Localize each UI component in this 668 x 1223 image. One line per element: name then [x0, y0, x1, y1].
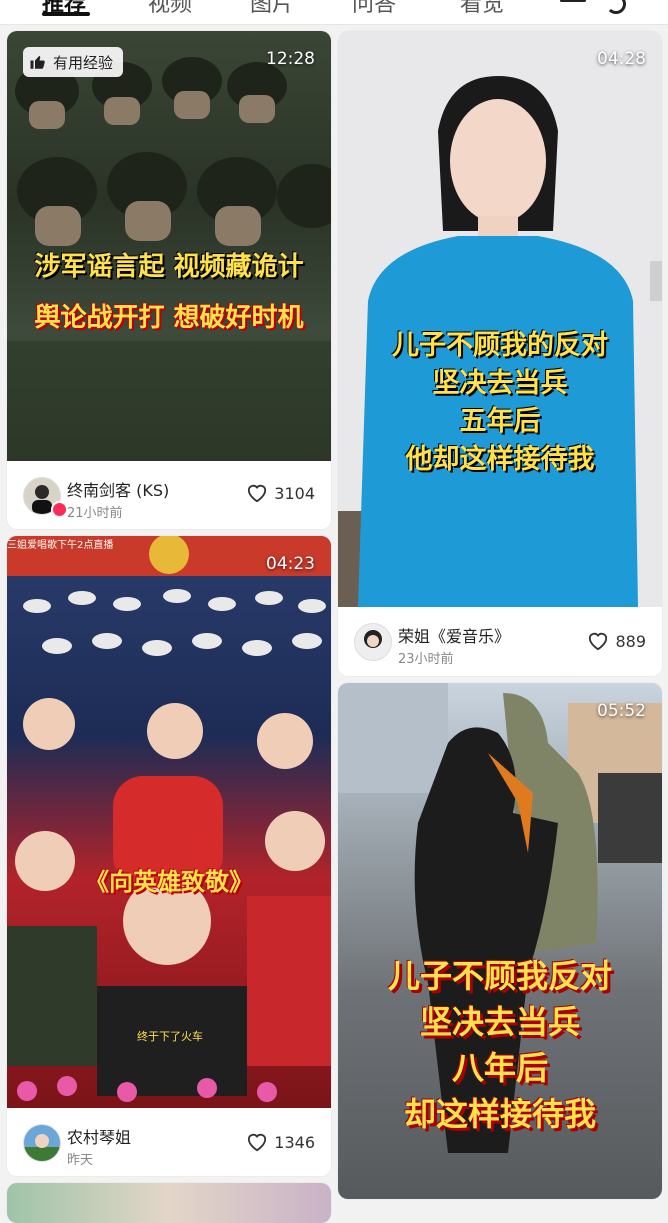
heart-icon — [248, 1133, 267, 1152]
thumbs-up-icon — [30, 56, 45, 69]
caption-line: 坚决去当兵 — [419, 1003, 580, 1041]
video-card[interactable]: 三姐爱唱歌下午2点直播 04:23 《向英雄致敬》 终于下了火车 农村琴姐 昨天… — [7, 536, 331, 1176]
caption-line: 坚决去当兵 — [432, 368, 568, 399]
useful-experience-badge: 有用经验 — [23, 47, 124, 77]
video-duration: 12:28 — [266, 49, 315, 69]
post-time: 23小时前 — [398, 652, 454, 667]
video-duration: 04:28 — [597, 49, 646, 69]
caption-line: 五年后 — [459, 406, 541, 437]
menu-icon[interactable] — [560, 0, 586, 6]
video-thumbnail[interactable]: 05:52 儿子不顾我反对 坚决去当兵 八年后 却这样接待我 — [338, 683, 662, 1199]
video-duration: 04:23 — [266, 554, 315, 574]
live-banner-text: 三姐爱唱歌下午2点直播 — [7, 540, 114, 551]
tab-browse[interactable]: 看览 — [460, 0, 504, 18]
video-thumbnail[interactable]: 04:28 儿子不顾我的反对 坚决去当兵 五年后 他却这样接待我 — [338, 31, 662, 607]
woman-blue-shirt-image — [338, 76, 662, 607]
search-icon[interactable] — [606, 0, 626, 14]
video-card-next[interactable] — [7, 1183, 331, 1223]
author-name[interactable]: 终南剑客 (KS) — [67, 477, 169, 501]
tab-video[interactable]: 视频 — [148, 0, 192, 18]
post-time: 昨天 — [67, 1153, 94, 1168]
overlay-text: 终于下了火车 — [137, 1030, 203, 1043]
card-meta: 荣姐《爱音乐》 23小时前 889 — [338, 607, 662, 676]
video-caption-line-1: 涉军谣言起 视频藏诡计 — [34, 252, 304, 282]
video-duration: 05:52 — [597, 701, 646, 721]
video-caption-line-2: 舆论战开打 想破好时机 — [34, 303, 304, 333]
tab-images[interactable]: 图片 — [250, 0, 294, 18]
video-thumbnail[interactable]: 三姐爱唱歌下午2点直播 04:23 《向英雄致敬》 终于下了火车 — [7, 536, 331, 1108]
video-card[interactable]: 04:28 儿子不顾我的反对 坚决去当兵 五年后 他却这样接待我 荣姐《爱音乐》… — [338, 31, 662, 676]
caption-line: 儿子不顾我反对 — [387, 957, 612, 995]
avatar[interactable] — [354, 623, 392, 661]
heart-icon — [248, 484, 267, 503]
avatar[interactable] — [23, 1124, 61, 1162]
video-thumbnail[interactable]: 有用经验 12:28 涉军谣言起 视频藏诡计 舆论战开打 想破好时机 — [7, 31, 331, 461]
video-caption: 儿子不顾我的反对 坚决去当兵 五年后 他却这样接待我 — [338, 327, 662, 479]
card-meta: 终南剑客 (KS) 21小时前 3104 — [7, 461, 331, 529]
like-number: 889 — [615, 631, 646, 651]
caption-line: 他却这样接待我 — [405, 444, 595, 475]
top-tab-bar: 推荐 视频 图片 问答 看览 — [0, 0, 668, 25]
video-card[interactable]: 05:52 儿子不顾我反对 坚决去当兵 八年后 却这样接待我 — [338, 683, 662, 1199]
caption-line: 儿子不顾我的反对 — [392, 330, 608, 361]
badge-label: 有用经验 — [53, 53, 114, 72]
verified-badge — [51, 501, 68, 518]
tab-qa[interactable]: 问答 — [352, 0, 396, 18]
like-count[interactable]: 3104 — [246, 483, 315, 503]
post-time: 21小时前 — [67, 506, 123, 521]
author-name[interactable]: 农村琴姐 — [67, 1124, 131, 1148]
video-card[interactable]: 有用经验 12:28 涉军谣言起 视频藏诡计 舆论战开打 想破好时机 终南剑客 … — [7, 31, 331, 529]
like-count[interactable]: 889 — [587, 631, 646, 651]
video-caption: 儿子不顾我反对 坚决去当兵 八年后 却这样接待我 — [338, 953, 662, 1137]
caption-line: 却这样接待我 — [403, 1095, 596, 1133]
caption-line: 八年后 — [451, 1049, 548, 1087]
like-count[interactable]: 1346 — [246, 1132, 315, 1152]
like-number: 1346 — [274, 1132, 315, 1152]
video-caption: 《向英雄致敬》 — [85, 868, 253, 896]
heart-icon — [589, 632, 608, 651]
like-number: 3104 — [274, 483, 315, 503]
author-name[interactable]: 荣姐《爱音乐》 — [398, 623, 510, 647]
card-meta: 农村琴姐 昨天 1346 — [7, 1108, 331, 1176]
singers-collage-image — [7, 536, 331, 1102]
active-tab-indicator — [42, 12, 90, 16]
